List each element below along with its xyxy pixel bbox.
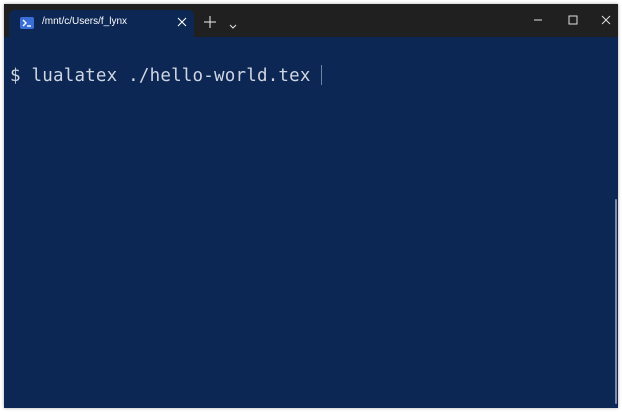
terminal-area[interactable]: $ lualatex ./hello-world.tex: [4, 37, 618, 408]
close-tab-icon[interactable]: [175, 15, 189, 29]
text-cursor: [320, 65, 322, 85]
maximize-icon[interactable]: [565, 12, 581, 28]
tab-title: /mnt/c/Users/f_lynx: [42, 16, 128, 27]
minimize-icon[interactable]: [530, 12, 546, 28]
scrollbar[interactable]: [615, 199, 617, 404]
close-window-icon[interactable]: [598, 12, 614, 28]
terminal-window: /mnt/c/Users/f_lynx $ lualatex ./hello-w…: [4, 4, 618, 408]
chevron-down-icon[interactable]: [228, 18, 238, 29]
powershell-icon: [20, 17, 34, 29]
command-line: $ lualatex ./hello-world.tex: [10, 65, 322, 86]
prompt-symbol: $: [10, 66, 21, 86]
title-bar[interactable]: /mnt/c/Users/f_lynx: [4, 4, 618, 37]
new-tab-plus-icon[interactable]: [203, 15, 217, 29]
tab-terminal[interactable]: /mnt/c/Users/f_lynx: [9, 10, 194, 37]
command-text: lualatex ./hello-world.tex: [31, 66, 311, 86]
